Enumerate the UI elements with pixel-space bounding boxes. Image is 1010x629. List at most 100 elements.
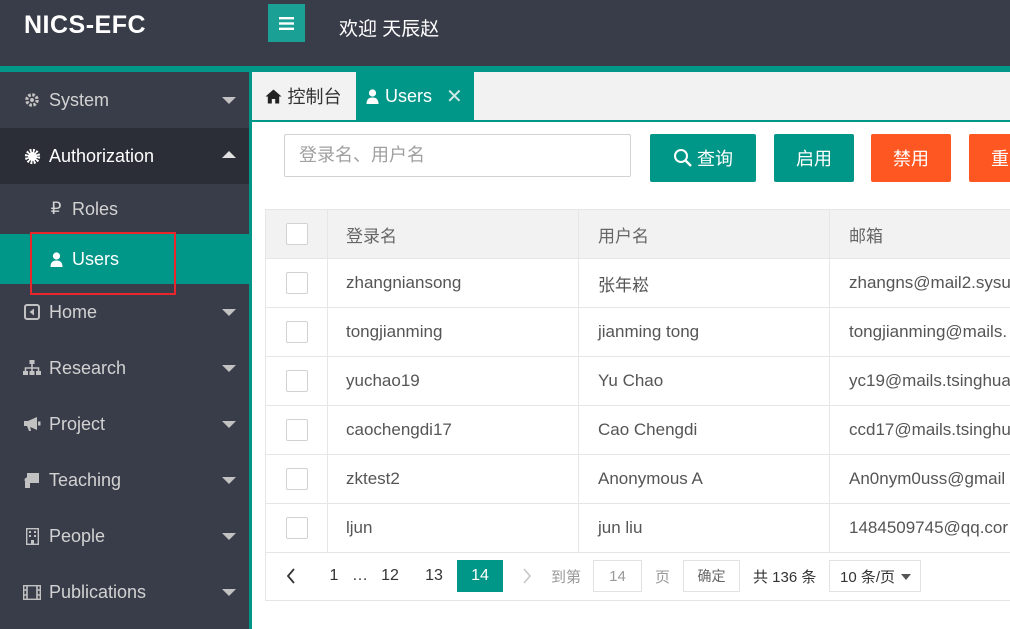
- column-header-email[interactable]: 邮箱: [830, 210, 1010, 258]
- row-checkbox[interactable]: [285, 419, 308, 441]
- username-cell: Anonymous A: [579, 455, 830, 503]
- username-cell: 张年崧: [579, 259, 830, 307]
- sidebar-item-project[interactable]: Project: [0, 396, 249, 452]
- tab-label: 控制台: [287, 87, 342, 107]
- row-checkbox[interactable]: [285, 468, 308, 490]
- disable-button[interactable]: 禁用: [871, 134, 951, 182]
- row-checkbox[interactable]: [285, 272, 308, 294]
- chevron-down-icon: [222, 533, 236, 540]
- page-first[interactable]: 1: [325, 560, 343, 592]
- sidebar-item-label: Authorization: [49, 145, 155, 166]
- column-header-username[interactable]: 用户名: [579, 210, 830, 258]
- chevron-down-icon: [222, 477, 236, 484]
- gear-icon: [23, 91, 41, 109]
- table-row[interactable]: yuchao19 Yu Chao yc19@mails.tsinghua: [266, 357, 1010, 406]
- table-row[interactable]: zhangniansong 张年崧 zhangns@mail2.sysu: [266, 259, 1010, 308]
- welcome-text: 欢迎 天辰赵: [339, 19, 440, 40]
- chalkboard-icon: [23, 471, 41, 489]
- tab-bar: 控制台 Users ✕: [252, 72, 1010, 122]
- film-icon: [23, 583, 41, 601]
- cog-icon: [23, 147, 41, 165]
- hamburger-icon: [279, 16, 294, 30]
- sidebar-item-label: Home: [49, 301, 98, 322]
- chevron-up-icon: [222, 151, 236, 158]
- email-cell: 1484509745@qq.cor: [849, 518, 1009, 537]
- email-cell: ccd17@mails.tsinghu: [849, 420, 1010, 439]
- username-cell: jianming tong: [579, 308, 830, 356]
- table-row[interactable]: caochengdi17 Cao Chengdi ccd17@mails.tsi…: [266, 406, 1010, 455]
- sidebar-item-label: Research: [49, 357, 127, 378]
- app-logo[interactable]: NICS-EFC: [24, 11, 146, 40]
- chevron-down-icon: [222, 421, 236, 428]
- login-cell: ljun: [328, 504, 579, 552]
- pagination: 1 … 12 13 14 到第 页 确定 共 136 条 10 条/页: [265, 551, 1010, 601]
- sitemap-icon: [23, 359, 41, 377]
- sidebar-item-system[interactable]: System: [0, 72, 249, 128]
- login-cell: yuchao19: [328, 357, 579, 405]
- building-icon: [23, 527, 41, 545]
- email-cell: yc19@mails.tsinghua: [849, 371, 1010, 390]
- sidebar-item-home[interactable]: Home: [0, 284, 249, 340]
- goto-label: 到第: [551, 568, 582, 586]
- sidebar-item-publications[interactable]: Publications: [0, 564, 249, 620]
- tab-label: Users: [385, 85, 433, 106]
- tab-console[interactable]: 控制台: [252, 72, 354, 120]
- select-all-checkbox[interactable]: [285, 223, 308, 245]
- login-cell: zktest2: [328, 455, 579, 503]
- search-input[interactable]: [284, 134, 631, 177]
- close-icon[interactable]: ✕: [446, 84, 463, 109]
- tab-users[interactable]: Users ✕: [356, 72, 474, 120]
- top-header: NICS-EFC 欢迎 天辰赵: [0, 0, 1010, 66]
- goto-confirm-button[interactable]: 确定: [683, 560, 740, 592]
- sidebar-item-roles[interactable]: ₽ Roles: [0, 184, 249, 234]
- reset-button-label: 重: [991, 149, 1009, 169]
- search-button-label: 查询: [697, 149, 733, 169]
- table-row[interactable]: tongjianming jianming tong tongjianming@…: [266, 308, 1010, 357]
- sidebar-item-label: Publications: [49, 581, 147, 602]
- row-checkbox[interactable]: [285, 370, 308, 392]
- sidebar-divider: [249, 72, 252, 629]
- prev-page-button[interactable]: [277, 560, 305, 592]
- sidebar-item-research[interactable]: Research: [0, 340, 249, 396]
- users-table: 登录名 用户名 邮箱 zhangniansong 张年崧 zhangns@mai…: [265, 209, 1010, 601]
- page-ellipsis: …: [352, 567, 368, 584]
- sidebar-item-people[interactable]: People: [0, 508, 249, 564]
- menu-toggle-button[interactable]: [268, 4, 305, 42]
- email-cell: zhangns@mail2.sysu: [849, 273, 1010, 292]
- page-12[interactable]: 12: [376, 560, 404, 592]
- column-header-login[interactable]: 登录名: [328, 210, 579, 258]
- username-cell: jun liu: [579, 504, 830, 552]
- disable-button-label: 禁用: [893, 149, 929, 169]
- page-unit-label: 页: [655, 568, 671, 586]
- ruble-icon: ₽: [50, 199, 62, 218]
- user-icon: [366, 88, 379, 104]
- table-row[interactable]: zktest2 Anonymous A An0nym0uss@gmail: [266, 455, 1010, 504]
- page-current[interactable]: 14: [457, 560, 503, 592]
- table-row[interactable]: ljun jun liu 1484509745@qq.cor: [266, 504, 1010, 553]
- row-checkbox[interactable]: [285, 517, 308, 539]
- chevron-down-icon: [222, 589, 236, 596]
- sidebar-item-label: Roles: [72, 198, 119, 219]
- enable-button[interactable]: 启用: [774, 134, 854, 182]
- sidebar-item-label: Project: [49, 413, 106, 434]
- sidebar-item-authorization[interactable]: Authorization: [0, 128, 249, 184]
- search-button[interactable]: 查询: [650, 134, 756, 182]
- chevron-down-icon: [222, 309, 236, 316]
- email-cell: tongjianming@mails.: [849, 322, 1008, 341]
- total-count: 共 136 条: [753, 568, 817, 586]
- page-13[interactable]: 13: [420, 560, 448, 592]
- chevron-down-icon: [222, 97, 236, 104]
- login-cell: zhangniansong: [328, 259, 579, 307]
- bullhorn-icon: [23, 415, 41, 433]
- enable-button-label: 启用: [796, 149, 832, 169]
- page-size-select[interactable]: 10 条/页: [829, 560, 921, 592]
- next-page-button[interactable]: [517, 560, 537, 592]
- row-checkbox[interactable]: [285, 321, 308, 343]
- sidebar-item-teaching[interactable]: Teaching: [0, 452, 249, 508]
- chevron-left-icon: [286, 568, 295, 584]
- reset-button[interactable]: 重: [969, 134, 1010, 182]
- home-icon: [265, 89, 282, 104]
- sidebar-item-label: People: [49, 525, 106, 546]
- goto-page-input[interactable]: [593, 560, 642, 592]
- chevron-right-icon: [523, 568, 532, 584]
